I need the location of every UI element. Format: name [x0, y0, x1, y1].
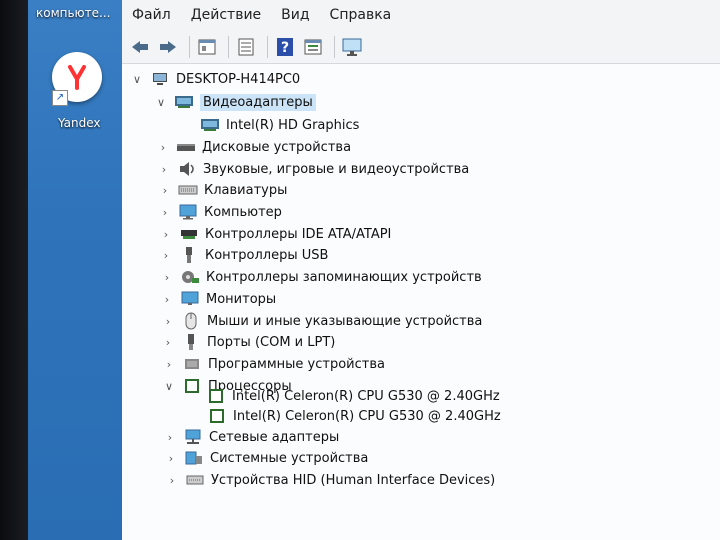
mouse-icon	[181, 312, 201, 330]
monitor-icon	[180, 291, 200, 307]
tree-device-label: Intel(R) Celeron(R) CPU G530 @ 2.40GHz	[232, 388, 500, 404]
disk-drive-icon	[176, 139, 196, 155]
tree-device-intel-hd-graphics[interactable]: Intel(R) HD Graphics	[180, 114, 359, 136]
toolbar-separator	[189, 35, 190, 58]
expand-chevron-icon[interactable]: ›	[165, 474, 179, 487]
expand-chevron-icon[interactable]: ›	[162, 358, 176, 371]
tree-category-label: Звуковые, игровые и видеоустройства	[203, 161, 470, 177]
tree-category-computer[interactable]: › Компьютер	[158, 201, 282, 223]
tree-category-label: Компьютер	[204, 204, 282, 220]
tree-category-system-devices[interactable]: › Системные устройства	[164, 447, 369, 469]
tree-root[interactable]: ∨ DESKTOP-H414PC0	[130, 68, 300, 90]
tree-device-cpu-2[interactable]: Intel(R) Celeron(R) CPU G530 @ 2.40GHz	[187, 405, 501, 427]
expand-chevron-icon[interactable]: ›	[158, 184, 172, 197]
menu-view[interactable]: Вид	[281, 7, 309, 23]
tree-category-ports[interactable]: › Порты (COM и LPT)	[161, 331, 335, 353]
tree-category-label: Мыши и иные указывающие устройства	[207, 313, 483, 329]
toolbar-separator	[334, 35, 335, 58]
yandex-shortcut-label[interactable]: Yandex	[58, 116, 101, 130]
tree-category-label: Контроллеры запоминающих устройств	[206, 269, 482, 285]
expand-chevron-icon[interactable]: ›	[156, 141, 170, 154]
tree-device-label: Intel(R) HD Graphics	[226, 117, 360, 133]
tree-category-label: Дисковые устройства	[202, 139, 352, 155]
expand-chevron-icon[interactable]: ›	[159, 228, 173, 241]
tree-category-label: Системные устройства	[210, 450, 369, 466]
tree-category-keyboards[interactable]: › Клавиатуры	[158, 179, 288, 201]
back-icon[interactable]	[128, 35, 152, 59]
tree-category-label: Клавиатуры	[204, 182, 288, 198]
tree-category-ide-controllers[interactable]: › Контроллеры IDE ATA/ATAPI	[159, 223, 392, 245]
forward-icon[interactable]	[156, 35, 180, 59]
tree-category-label: Сетевые адаптеры	[209, 429, 340, 445]
tree-category-software-devices[interactable]: › Программные устройства	[162, 353, 385, 375]
speaker-icon	[177, 161, 197, 177]
tree-category-label: Программные устройства	[208, 356, 385, 372]
network-adapter-icon	[183, 429, 203, 445]
menu-file[interactable]: Файл	[132, 7, 171, 23]
collapse-chevron-icon[interactable]: ∨	[162, 380, 176, 393]
ide-controller-icon	[179, 226, 199, 242]
system-device-icon	[184, 450, 204, 466]
tree-category-display-adapters[interactable]: ∨ Видеоадаптеры	[154, 91, 316, 113]
expand-chevron-icon[interactable]: ›	[163, 431, 177, 444]
usb-icon	[179, 247, 199, 263]
monitor-icon	[178, 204, 198, 220]
storage-controller-icon	[180, 269, 200, 285]
device-tree: ∨ DESKTOP-H414PC0 ∨ Видеоадаптеры Intel(…	[122, 66, 720, 540]
desktop: компьюте... ↗ Yandex	[0, 0, 128, 540]
expand-chevron-icon[interactable]: ›	[161, 315, 175, 328]
tree-category-label: Устройства HID (Human Interface Devices)	[211, 472, 496, 488]
port-icon	[181, 334, 201, 350]
expand-chevron-icon[interactable]: ›	[161, 336, 175, 349]
expand-chevron-icon[interactable]: ›	[160, 271, 174, 284]
expand-chevron-icon[interactable]: ›	[157, 163, 171, 176]
tree-category-usb-controllers[interactable]: › Контроллеры USB	[159, 244, 328, 266]
menu-bar: Файл Действие Вид Справка	[122, 0, 720, 30]
tree-category-label: Контроллеры IDE ATA/ATAPI	[205, 226, 392, 242]
properties-icon[interactable]	[195, 35, 219, 59]
tree-category-label: Контроллеры USB	[205, 247, 329, 263]
tree-category-monitors[interactable]: › Мониторы	[160, 288, 276, 310]
tree-category-hid[interactable]: › Устройства HID (Human Interface Device…	[165, 469, 495, 491]
expand-chevron-icon[interactable]: ›	[159, 249, 173, 262]
monitor-bezel	[0, 0, 28, 540]
monitor-scan-icon[interactable]	[340, 35, 364, 59]
menu-help[interactable]: Справка	[330, 7, 392, 23]
expand-chevron-icon[interactable]: ›	[160, 293, 174, 306]
collapse-chevron-icon[interactable]: ∨	[154, 96, 168, 109]
tree-category-storage-controllers[interactable]: › Контроллеры запоминающих устройств	[160, 266, 482, 288]
shortcut-arrow-icon: ↗	[52, 90, 68, 106]
toolbar-separator	[228, 35, 229, 58]
tree-category-label: Порты (COM и LPT)	[207, 334, 336, 350]
toolbar-separator	[267, 35, 268, 58]
software-device-icon	[182, 356, 202, 372]
tree-root-label: DESKTOP-H414PC0	[176, 71, 301, 87]
processor-icon	[207, 408, 227, 424]
collapse-chevron-icon[interactable]: ∨	[130, 73, 144, 86]
display-adapter-icon	[200, 117, 220, 133]
tree-category-network-adapters[interactable]: › Сетевые адаптеры	[163, 426, 339, 448]
tree-category-label: Видеоадаптеры	[200, 93, 316, 111]
tree-category-label: Мониторы	[206, 291, 277, 307]
tree-category-sound[interactable]: › Звуковые, игровые и видеоустройства	[157, 158, 469, 180]
tree-device-cpu-1[interactable]: Intel(R) Celeron(R) CPU G530 @ 2.40GHz	[186, 385, 500, 407]
toolbar: ?	[122, 30, 720, 64]
tree-device-label: Intel(R) Celeron(R) CPU G530 @ 2.40GHz	[233, 408, 501, 424]
keyboard-icon	[178, 182, 198, 198]
computer-root-icon	[150, 71, 170, 87]
menu-action[interactable]: Действие	[191, 7, 261, 23]
device-manager-window: Файл Действие Вид Справка ? ∨ DESKTOP-H4…	[122, 0, 720, 540]
list-icon[interactable]	[234, 35, 258, 59]
help-icon[interactable]: ?	[273, 35, 297, 59]
processor-icon	[206, 388, 226, 404]
hid-device-icon	[185, 472, 205, 488]
tree-category-mice[interactable]: › Мыши и иные указывающие устройства	[161, 310, 482, 332]
device-view-icon[interactable]	[301, 35, 325, 59]
display-adapter-icon	[174, 94, 194, 110]
tree-category-disk-drives[interactable]: › Дисковые устройства	[156, 136, 351, 158]
expand-chevron-icon[interactable]: ›	[158, 206, 172, 219]
svg-text:?: ?	[281, 40, 289, 56]
expand-chevron-icon[interactable]: ›	[164, 452, 178, 465]
desktop-shortcut-label[interactable]: компьюте...	[36, 6, 110, 20]
